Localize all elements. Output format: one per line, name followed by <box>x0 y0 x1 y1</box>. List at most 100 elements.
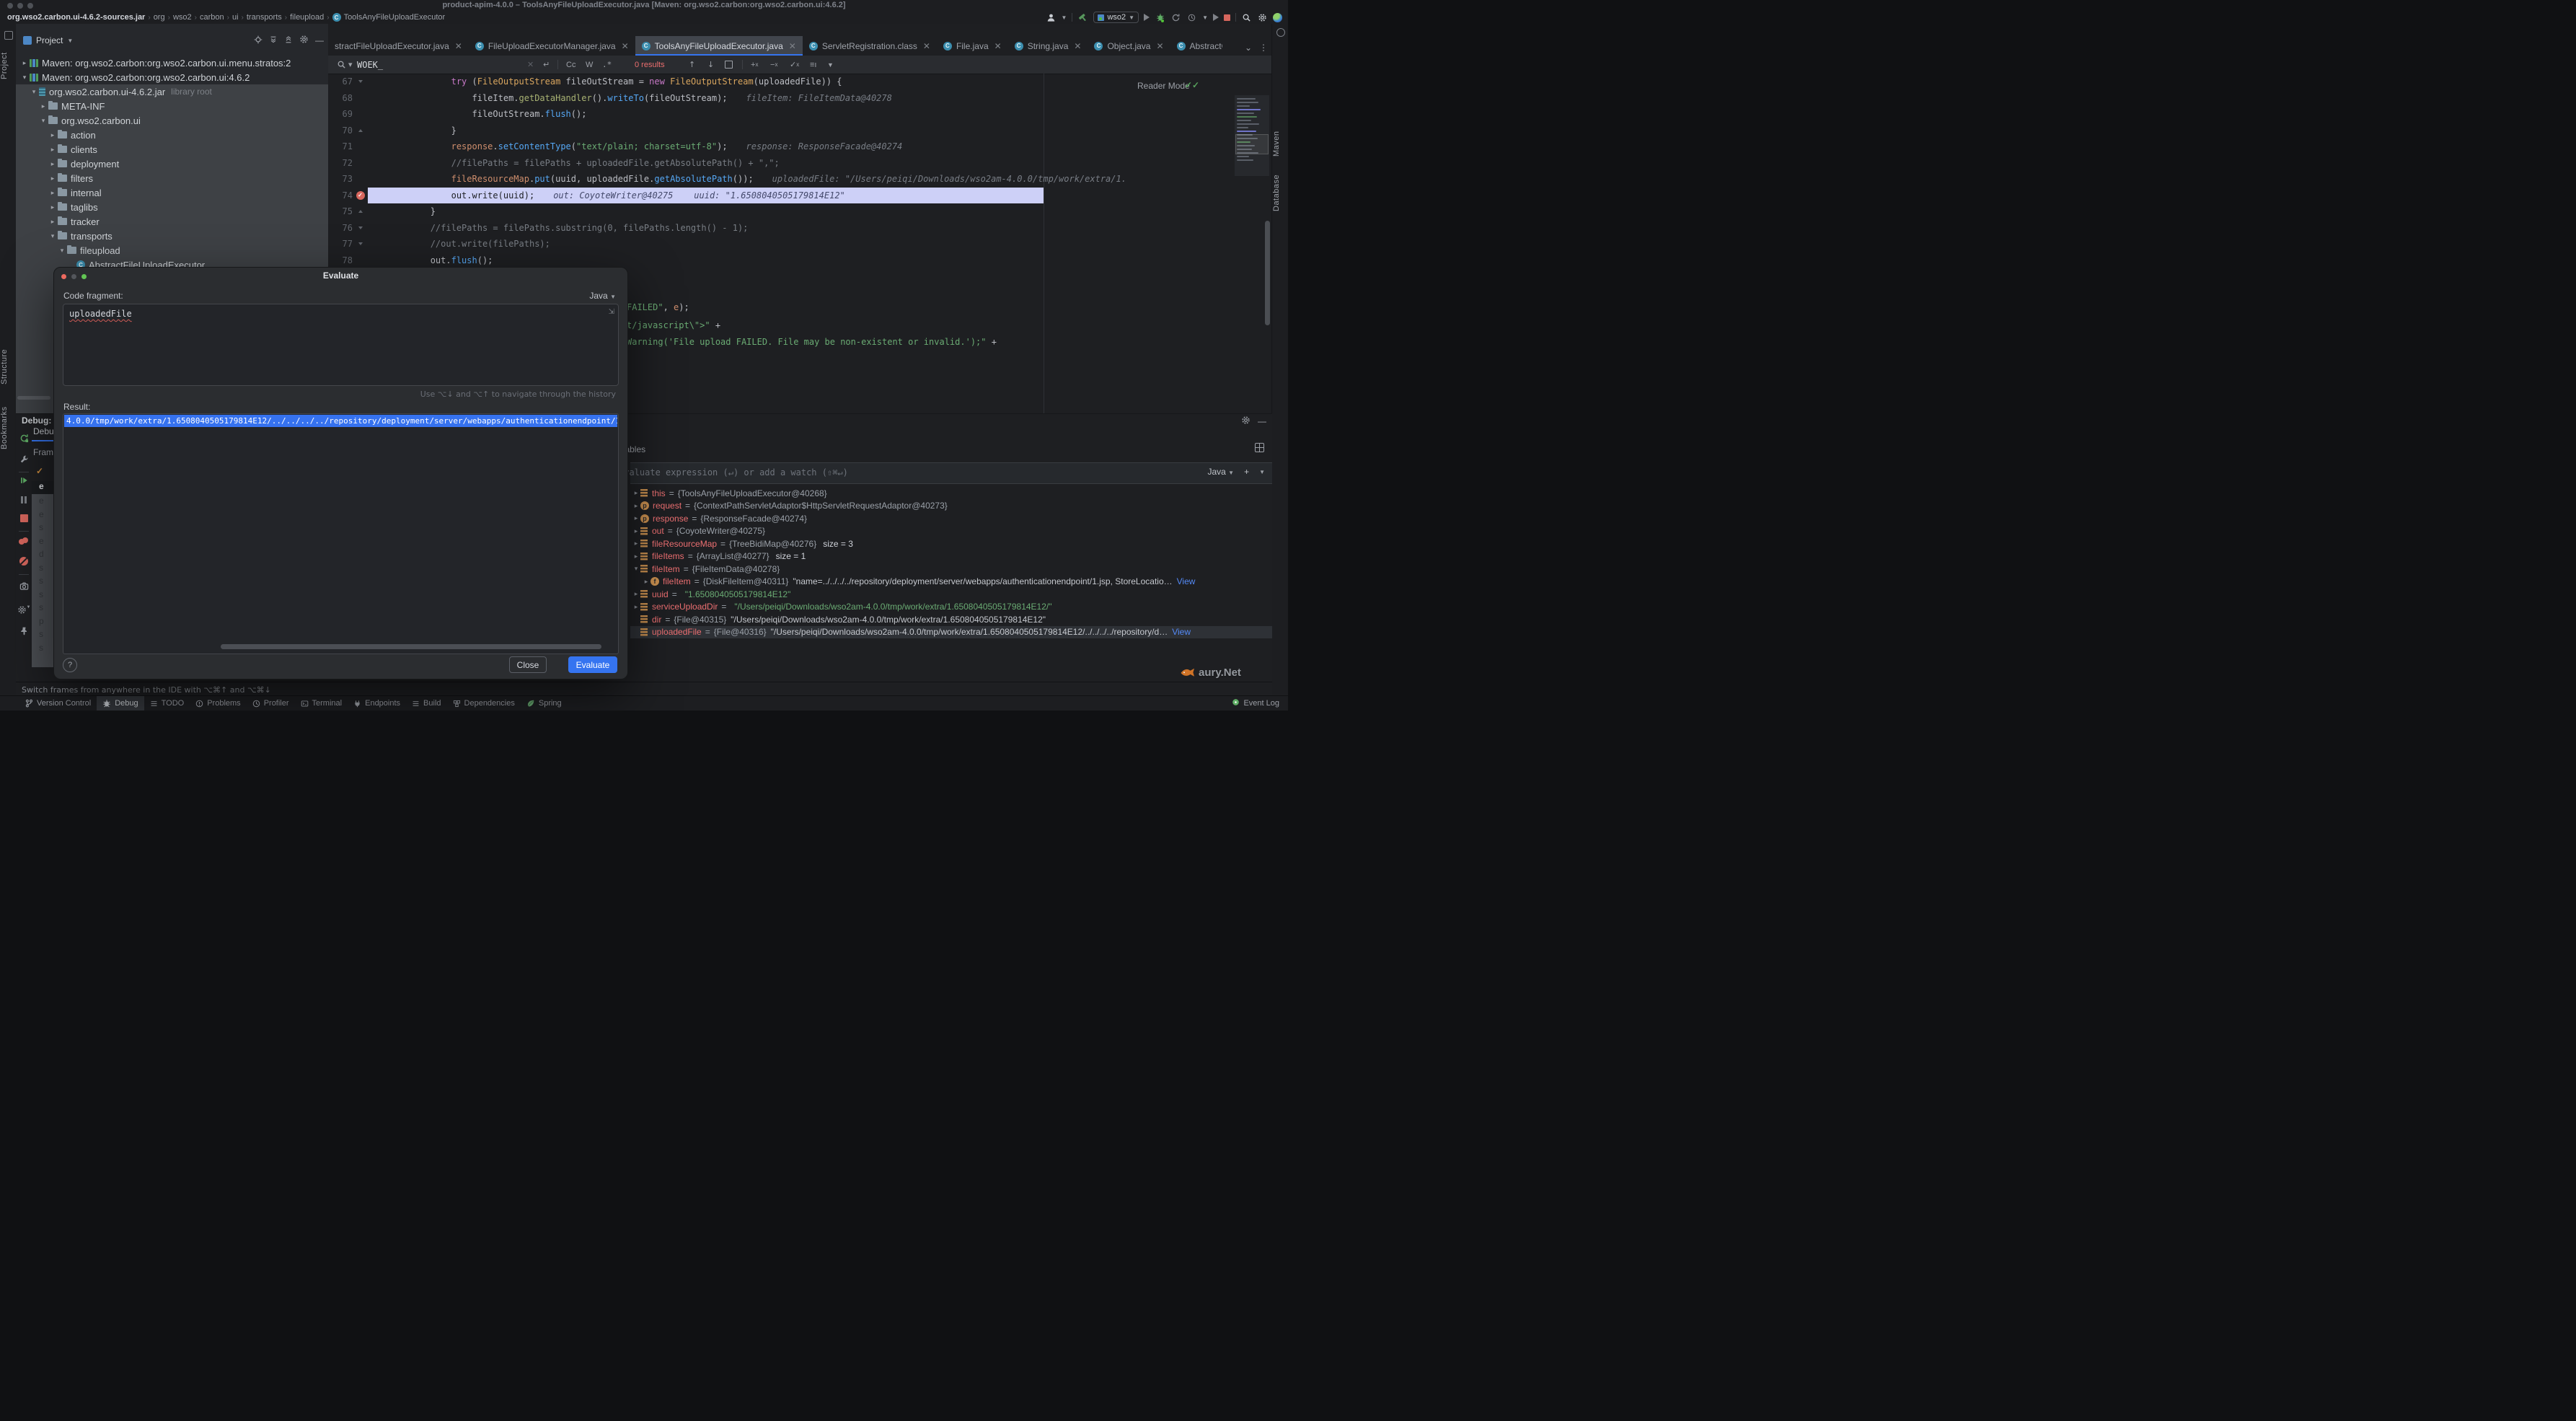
code-minimap[interactable] <box>1235 95 1269 176</box>
variable-row[interactable]: ▸ffileItem={DiskFileItem@40311}"name=../… <box>630 576 1272 589</box>
status-bar-item-dependencies[interactable]: Dependencies <box>447 696 521 710</box>
view-breakpoints-icon[interactable] <box>16 537 32 546</box>
breadcrumb-item[interactable]: ui <box>232 13 239 22</box>
remove-occurrence-icon[interactable]: −x <box>770 56 777 74</box>
filter-funnel-icon[interactable]: ▼ <box>827 56 834 74</box>
hide-panel-icon[interactable]: — <box>315 35 324 45</box>
search-history-icon[interactable]: ▾ <box>348 56 353 74</box>
stop-button[interactable] <box>1224 14 1230 21</box>
resume-program-icon[interactable] <box>16 476 32 485</box>
search-input[interactable]: WOEK_ <box>357 56 383 74</box>
collapse-all-icon[interactable] <box>284 35 293 46</box>
line-number[interactable]: 78 <box>328 255 353 265</box>
tree-chevron-icon[interactable]: ▾ <box>30 88 38 96</box>
variable-row[interactable]: ▸serviceUploadDir="/Users/peiqi/Download… <box>630 601 1272 614</box>
variable-row[interactable]: uploadedFile={File@40316}"/Users/peiqi/D… <box>630 626 1272 639</box>
expand-chevron-icon[interactable]: ▸ <box>632 502 640 510</box>
result-value-row[interactable]: 4.0.0/tmp/work/extra/1.6508040505179814E… <box>64 415 617 427</box>
frame-row[interactable]: s <box>32 589 53 603</box>
help-button[interactable]: ? <box>63 658 77 672</box>
breadcrumb-item[interactable]: carbon <box>200 13 224 22</box>
line-number[interactable]: 67 <box>328 76 353 87</box>
variable-row[interactable]: ▸out={CoyoteWriter@40275} <box>630 525 1272 538</box>
close-tab-icon[interactable]: ✕ <box>994 41 1002 51</box>
newline-icon[interactable]: ↵ <box>543 56 550 74</box>
tree-chevron-icon[interactable]: ▸ <box>48 218 57 226</box>
ide-plugin-icon[interactable] <box>1273 13 1282 22</box>
language-select[interactable]: Java ▼ <box>589 291 616 301</box>
settings-gear-icon[interactable] <box>1257 12 1268 23</box>
variable-row[interactable]: ▸fileItems={ArrayList@40277}size = 1 <box>630 550 1272 563</box>
result-scrollbar[interactable] <box>221 644 601 649</box>
evaluate-button[interactable]: Evaluate <box>568 656 617 673</box>
status-bar-item-debug[interactable]: Debug <box>97 696 144 710</box>
tree-item[interactable]: ▸filters <box>16 171 328 185</box>
line-number[interactable]: 76 <box>328 223 353 233</box>
status-bar-item-profiler[interactable]: Profiler <box>247 696 295 710</box>
close-tab-icon[interactable]: ✕ <box>923 41 930 51</box>
frame-row[interactable]: s <box>32 576 53 589</box>
run-button[interactable] <box>1144 14 1150 21</box>
notifications-icon[interactable] <box>1276 28 1285 37</box>
editor-scrollbar[interactable] <box>1265 221 1270 325</box>
window-minimize-icon[interactable] <box>17 3 23 9</box>
variable-row[interactable]: dir={File@40315}"/Users/peiqi/Downloads/… <box>630 613 1272 626</box>
editor-tab[interactable]: CFile.java✕ <box>937 36 1008 56</box>
window-close-icon[interactable] <box>7 3 13 9</box>
project-scrollbar[interactable] <box>17 396 50 400</box>
tree-chevron-icon[interactable]: ▸ <box>48 160 57 168</box>
tree-item[interactable]: ▾Maven: org.wso2.carbon:org.wso2.carbon.… <box>16 70 328 84</box>
breadcrumb-item[interactable]: wso2 <box>173 13 192 22</box>
expand-chevron-icon[interactable]: ▾ <box>632 565 640 573</box>
status-bar-item-version-control[interactable]: Version Control <box>19 696 97 710</box>
tree-chevron-icon[interactable]: ▸ <box>48 146 57 154</box>
frames-list[interactable]: eesedsssspss <box>32 494 53 667</box>
expand-chevron-icon[interactable]: ▸ <box>632 527 640 535</box>
reader-mode-label[interactable]: Reader Mode <box>1137 81 1190 91</box>
regex-toggle[interactable]: .* <box>602 56 612 74</box>
minimap-viewport[interactable] <box>1235 134 1269 154</box>
tree-item[interactable]: ▸internal <box>16 185 328 200</box>
tree-item[interactable]: ▾transports <box>16 229 328 243</box>
debug-button[interactable] <box>1155 12 1165 23</box>
event-log-button[interactable]: Event Log <box>1232 698 1288 708</box>
run-configuration-select[interactable]: wso2 ▼ <box>1093 12 1139 23</box>
user-icon[interactable] <box>1046 12 1057 23</box>
tabs-list-icon[interactable]: ⌄ <box>1245 43 1252 53</box>
variable-row[interactable]: ▾fileItem={FileItemData@40278} <box>630 563 1272 576</box>
variable-row[interactable]: ▸this={ToolsAnyFileUploadExecutor@40268} <box>630 487 1272 500</box>
editor-tab[interactable]: CServletRegistration.class✕ <box>803 36 937 56</box>
close-tab-icon[interactable]: ✕ <box>1156 41 1163 51</box>
tree-item[interactable]: ▾org.wso2.carbon.ui <box>16 113 328 128</box>
expand-chevron-icon[interactable]: ▸ <box>632 489 640 497</box>
variable-row[interactable]: ▸uuid="1.6508040505179814E12" <box>630 588 1272 601</box>
editor-tab[interactable]: stractFileUploadExecutor.java✕ <box>328 36 469 56</box>
profiler-button[interactable] <box>1186 12 1197 23</box>
editor-tab[interactable]: CObject.java✕ <box>1088 36 1170 56</box>
tree-item[interactable]: ▸taglibs <box>16 200 328 214</box>
frame-row[interactable]: e <box>32 496 53 509</box>
expand-chevron-icon[interactable]: ▸ <box>632 540 640 547</box>
stop-icon[interactable] <box>16 514 32 522</box>
chevron-down-icon[interactable]: ▼ <box>1259 469 1265 475</box>
project-panel-title[interactable]: Project <box>36 35 63 45</box>
view-link[interactable]: View <box>1172 627 1191 637</box>
close-tab-icon[interactable]: ✕ <box>455 41 462 51</box>
variable-row[interactable]: ▸presponse={ResponseFacade@40274} <box>630 512 1272 525</box>
search-everywhere-icon[interactable] <box>1241 12 1252 23</box>
tree-chevron-icon[interactable]: ▾ <box>48 232 57 240</box>
tree-chevron-icon[interactable]: ▸ <box>39 102 48 110</box>
locate-file-icon[interactable] <box>254 35 263 46</box>
rerun-icon[interactable] <box>16 434 32 443</box>
line-number[interactable]: 69 <box>328 109 353 119</box>
tool-strip-bookmarks-label[interactable]: Bookmarks <box>0 399 16 457</box>
close-tab-icon[interactable]: ✕ <box>1074 41 1081 51</box>
breadcrumb-item[interactable]: transports <box>247 13 282 22</box>
line-number[interactable]: 71 <box>328 141 353 151</box>
filter-lines-icon[interactable]: ≡ı <box>810 56 816 74</box>
editor-tab[interactable]: CToolsAnyFileUploadExecutor.java✕ <box>635 36 803 56</box>
expand-chevron-icon[interactable]: ▸ <box>632 514 640 522</box>
frame-row[interactable]: d <box>32 549 53 563</box>
tree-chevron-icon[interactable]: ▸ <box>48 175 57 182</box>
prev-occurrence-icon[interactable]: ↑ <box>689 56 695 74</box>
